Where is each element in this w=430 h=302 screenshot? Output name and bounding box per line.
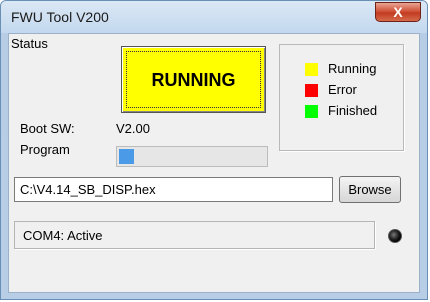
connection-status-bar: COM4: Active [14,221,375,249]
program-progress-fill [119,149,134,164]
title-bar[interactable]: FWU Tool V200 X [1,1,427,33]
connection-status-text: COM4: Active [23,228,103,243]
boot-sw-value: V2.00 [116,121,150,136]
legend-label-finished: Finished [328,103,378,118]
close-icon: X [393,4,403,20]
running-label: RUNNING [151,70,236,90]
program-progress-bar [116,146,268,167]
hex-file-path-input[interactable] [14,177,333,202]
led-indicator-icon [388,229,402,243]
legend-swatch-error [305,84,318,97]
status-legend-title: Status [9,36,50,51]
browse-button[interactable]: Browse [339,176,401,203]
legend-swatch-running [305,63,318,76]
legend-swatch-finished [305,105,318,118]
boot-sw-label: Boot SW: [20,121,75,136]
legend-label-running: Running [328,61,377,76]
window-title: FWU Tool V200 [11,9,109,25]
running-status-button[interactable]: RUNNING [121,46,266,113]
legend-label-error: Error [328,82,357,97]
close-button[interactable]: X [375,2,421,22]
program-label: Program [20,142,70,157]
